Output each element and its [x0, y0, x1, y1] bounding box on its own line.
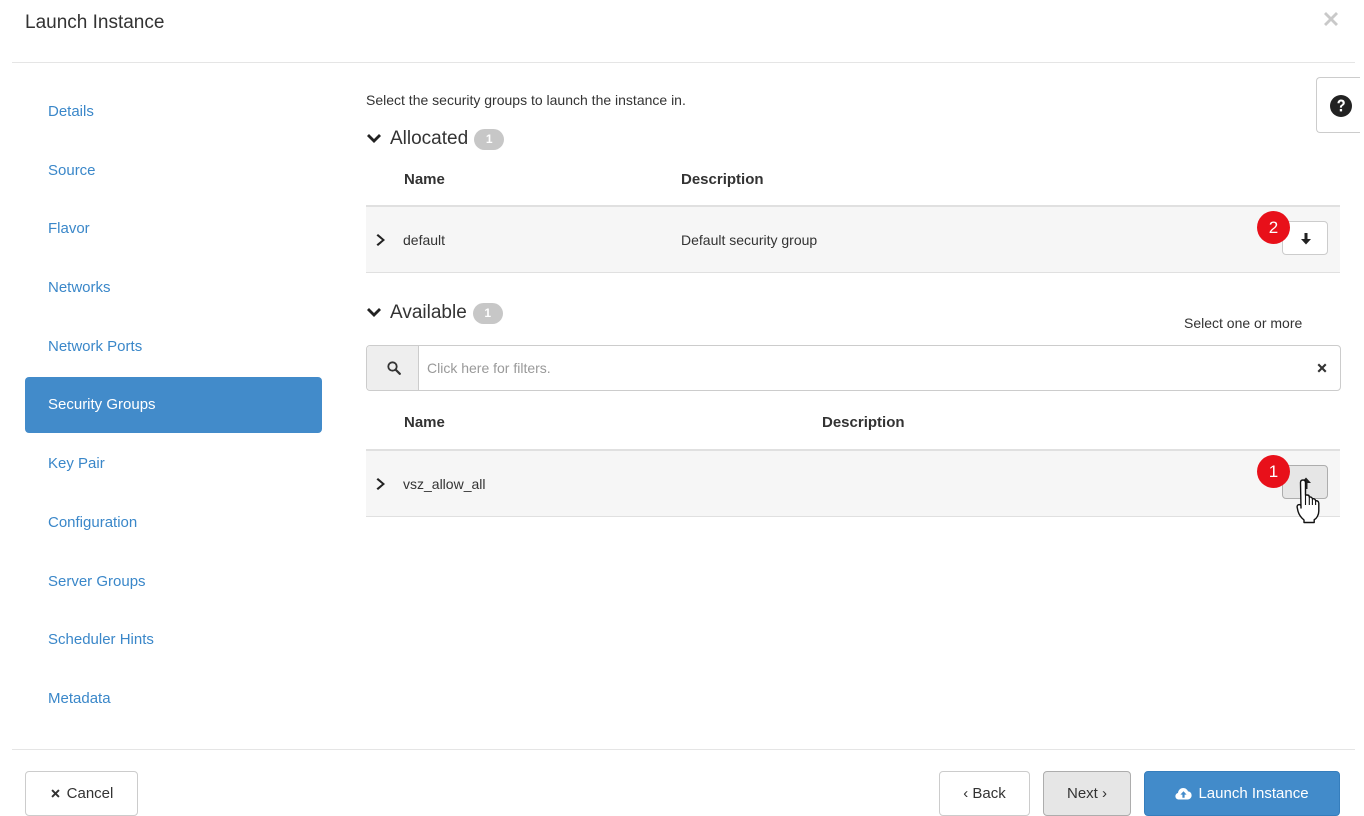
chevron-down-icon — [367, 134, 381, 143]
dialog-title: Launch Instance — [25, 12, 165, 33]
filter-bar — [366, 345, 1341, 391]
table-row: default Default security group — [366, 205, 1340, 273]
next-label: Next › — [1066, 785, 1107, 802]
available-row-name: vsz_allow_all — [403, 476, 486, 492]
times-icon[interactable] — [1316, 362, 1328, 374]
times-icon — [51, 789, 60, 798]
hand-cursor-icon — [1296, 479, 1320, 524]
allocated-row-name: default — [403, 232, 446, 248]
next-button[interactable]: Next › — [1043, 771, 1131, 816]
nav-item-configuration[interactable]: Configuration — [25, 495, 322, 551]
arrow-down-icon — [1301, 233, 1311, 245]
cancel-label: Cancel — [66, 785, 114, 802]
nav-item-networks[interactable]: Networks — [25, 260, 322, 316]
nav-item-metadata[interactable]: Metadata — [25, 671, 322, 727]
launch-instance-label: Launch Instance — [1198, 785, 1309, 802]
nav-item-flavor[interactable]: Flavor — [25, 201, 322, 257]
nav-item-security-groups[interactable]: Security Groups — [25, 377, 322, 434]
launch-instance-button[interactable]: Launch Instance — [1144, 771, 1340, 816]
allocated-row-description: Default security group — [681, 232, 818, 248]
chevron-right-icon[interactable] — [376, 477, 386, 491]
header-divider — [12, 62, 1355, 63]
search-input[interactable] — [425, 347, 1285, 389]
allocated-count-badge: 1 — [474, 128, 505, 150]
step-annotation-2: 2 — [1257, 211, 1290, 244]
nav-item-scheduler-hints[interactable]: Scheduler Hints — [25, 612, 322, 668]
available-count-badge: 1 — [472, 302, 503, 324]
chevron-right-icon[interactable] — [376, 233, 386, 247]
back-label: ‹ Back — [963, 785, 1006, 802]
question-circle-icon — [1330, 95, 1352, 117]
nav-item-details[interactable]: Details — [25, 84, 322, 140]
nav-item-key-pair[interactable]: Key Pair — [25, 436, 322, 492]
nav-item-network-ports[interactable]: Network Ports — [25, 319, 322, 375]
cancel-button[interactable]: Cancel — [25, 771, 138, 816]
available-header[interactable]: Available 1 — [366, 302, 503, 324]
search-addon — [367, 346, 419, 390]
available-heading: Available — [390, 302, 467, 323]
nav-item-source[interactable]: Source — [25, 143, 322, 199]
allocated-col-name: Name — [404, 171, 445, 188]
allocated-col-description: Description — [681, 171, 764, 188]
intro-text: Select the security groups to launch the… — [366, 92, 686, 108]
footer-divider — [12, 749, 1355, 750]
available-col-description: Description — [822, 414, 905, 431]
step-annotation-1: 1 — [1257, 455, 1290, 488]
allocated-heading: Allocated — [390, 128, 469, 149]
search-icon — [387, 361, 401, 375]
chevron-down-icon — [367, 308, 381, 317]
cloud-upload-icon — [1175, 788, 1193, 800]
available-col-name: Name — [404, 414, 445, 431]
wizard-nav: Details Source Flavor Networks Network P… — [25, 84, 322, 730]
nav-item-server-groups[interactable]: Server Groups — [25, 554, 322, 610]
select-hint: Select one or more — [1184, 315, 1303, 331]
help-button[interactable] — [1316, 77, 1360, 133]
back-button[interactable]: ‹ Back — [939, 771, 1030, 816]
table-row: vsz_allow_all — [366, 449, 1340, 517]
close-icon[interactable] — [1320, 8, 1342, 30]
allocated-header[interactable]: Allocated 1 — [366, 128, 505, 150]
